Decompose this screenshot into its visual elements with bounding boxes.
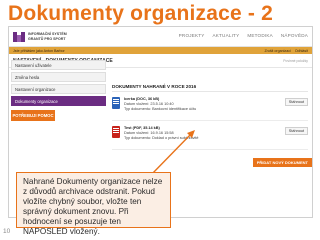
callout-note: Nahrané Dokumenty organizace nelze z dův…: [16, 172, 171, 236]
callout-text: Nahrané Dokumenty organizace nelze z dův…: [23, 177, 163, 236]
slide-number: 10: [3, 228, 11, 235]
